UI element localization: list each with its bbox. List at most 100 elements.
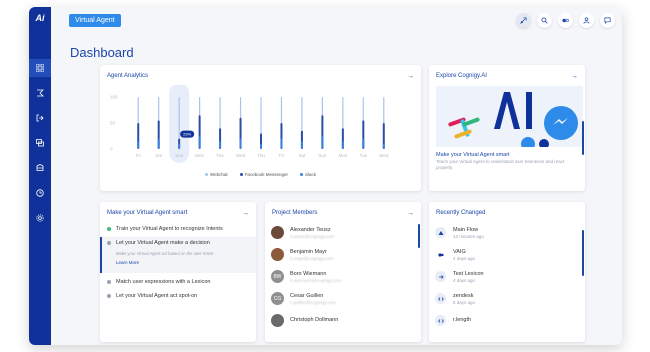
recent-item[interactable]: r.length bbox=[435, 312, 577, 329]
project-members-card: Project Members → Alexander Teusz a.teusz… bbox=[265, 202, 421, 342]
avatar bbox=[271, 314, 284, 327]
settings-icon[interactable] bbox=[29, 209, 51, 227]
arrow-right-icon[interactable]: → bbox=[242, 210, 249, 217]
step-pending-icon bbox=[107, 241, 111, 245]
chart-legend: Webchat Facebook Messenger Slack bbox=[100, 172, 421, 177]
avatar bbox=[271, 226, 284, 239]
x-tick-label: Thu bbox=[257, 153, 265, 158]
flows-icon[interactable] bbox=[29, 84, 51, 102]
bar-slack[interactable] bbox=[362, 138, 365, 149]
recent-item[interactable]: Main Flow 13 minutes ago bbox=[435, 224, 577, 241]
x-tick-label: Sun bbox=[318, 153, 327, 158]
scrollbar[interactable] bbox=[418, 224, 420, 248]
x-tick-label: Fri bbox=[279, 153, 284, 158]
database-icon[interactable] bbox=[29, 159, 51, 177]
analytics-chart: 100 50 0 Fri Sat Sun Mon Tue Wed Thu Fri Sat Sun Mon T… bbox=[110, 85, 389, 163]
y-tick-label: 0 bbox=[110, 147, 113, 152]
promo-description: Teach your Virtual Agent to understand u… bbox=[436, 159, 565, 170]
card-header: Project Members → bbox=[272, 208, 414, 218]
legend-item-slack: Slack bbox=[299, 172, 316, 177]
search-icon[interactable] bbox=[537, 13, 552, 28]
x-tick-label: Tue bbox=[216, 153, 224, 158]
scrollbar[interactable] bbox=[582, 121, 584, 155]
toggle-icon[interactable] bbox=[558, 13, 573, 28]
x-tick-label: Tue bbox=[360, 153, 368, 158]
analytics-icon[interactable] bbox=[29, 184, 51, 202]
bar-slack[interactable] bbox=[382, 143, 385, 149]
x-tick-label: Wed bbox=[236, 153, 246, 158]
bar-slack[interactable] bbox=[300, 141, 303, 149]
step-pending-icon bbox=[107, 294, 111, 298]
card-header: Agent Analytics → bbox=[107, 71, 414, 81]
chat-icon[interactable] bbox=[29, 134, 51, 152]
arrow-right-icon[interactable]: → bbox=[407, 210, 414, 217]
legend-item-webchat: Webchat bbox=[205, 172, 228, 177]
card-title: Recently Changed bbox=[436, 210, 486, 216]
arrow-right-icon[interactable]: → bbox=[571, 73, 578, 80]
member-row[interactable]: Alexander Teusz a.teusz@cognigy.com bbox=[271, 224, 413, 241]
avatar bbox=[271, 248, 284, 261]
card-header: Make your Virtual Agent smart → bbox=[107, 208, 249, 218]
step-item[interactable]: Match user expressions with a Lexicon bbox=[100, 276, 256, 288]
explore-card: Explore Cognigy.AI → Make your Virtual A… bbox=[429, 65, 585, 191]
step-item[interactable]: Let your Virtual Agent act spot-on bbox=[100, 290, 256, 302]
scrollbar[interactable] bbox=[582, 230, 584, 276]
avatar: BW bbox=[271, 270, 284, 283]
y-tick-label: 100 bbox=[110, 95, 118, 100]
recently-changed-card: Recently Changed Main Flow 13 minutes ago… bbox=[429, 202, 585, 342]
x-tick-label: Sat bbox=[299, 153, 307, 158]
app-window: Ai Virtual Agent Dashboard Agent Analyti… bbox=[29, 7, 622, 345]
learn-more-link[interactable]: Learn More bbox=[116, 260, 139, 265]
card-title: Make your Virtual Agent smart bbox=[107, 210, 188, 216]
rocket-icon[interactable] bbox=[516, 13, 531, 28]
member-row[interactable]: Christoph Dollmann bbox=[271, 312, 413, 329]
step-done-icon bbox=[107, 227, 111, 231]
bar-slack[interactable] bbox=[260, 143, 262, 149]
code-icon bbox=[435, 315, 446, 326]
card-title: Project Members bbox=[272, 210, 318, 216]
bar-slack[interactable] bbox=[321, 136, 324, 149]
card-title: Explore Cognigy.AI bbox=[436, 73, 487, 79]
grid-icon[interactable] bbox=[29, 59, 51, 77]
svg-text:29%: 29% bbox=[183, 132, 191, 137]
promo-title[interactable]: Make your Virtual Agent smart bbox=[436, 152, 510, 158]
bar-slack[interactable] bbox=[341, 141, 344, 149]
member-row[interactable]: CG Cesar Guillen c.guillen@cognigy.com bbox=[271, 290, 413, 307]
message-icon[interactable] bbox=[600, 13, 615, 28]
bar-slack[interactable] bbox=[178, 143, 181, 149]
step-item[interactable]: Train your Virtual Agent to recognize In… bbox=[100, 223, 256, 235]
card-header: Recently Changed bbox=[436, 208, 578, 218]
virtual-agent-badge[interactable]: Virtual Agent bbox=[69, 14, 121, 27]
step-item-expanded[interactable]: Let your Virtual Agent make a decision M… bbox=[100, 237, 256, 273]
bar-slack[interactable] bbox=[219, 141, 222, 149]
recent-item[interactable]: VAIG 4 days ago bbox=[435, 246, 577, 263]
page-title: Dashboard bbox=[70, 45, 134, 60]
sidebar: Ai bbox=[29, 7, 51, 345]
x-tick-label: Sat bbox=[155, 153, 163, 158]
smart-card: Make your Virtual Agent smart → Train yo… bbox=[100, 202, 256, 342]
member-row[interactable]: BW Boro Wiemann b.wiemann@cognigy.com bbox=[271, 268, 413, 285]
member-row[interactable]: Benjamin Mayr b.mayr@cognigy.com bbox=[271, 246, 413, 263]
bar-slack[interactable] bbox=[280, 138, 283, 149]
code-icon bbox=[435, 293, 446, 304]
bar-slack[interactable] bbox=[239, 138, 242, 149]
topbar: Virtual Agent bbox=[51, 7, 622, 37]
bar-slack[interactable] bbox=[157, 138, 160, 149]
step-pending-icon bbox=[107, 280, 111, 284]
bar-slack[interactable] bbox=[198, 136, 201, 149]
user-icon[interactable] bbox=[579, 13, 594, 28]
exit-icon[interactable] bbox=[29, 109, 51, 127]
agent-analytics-card: Agent Analytics → 100 50 0 Fri Sat Sun Mon Tue W… bbox=[100, 65, 421, 191]
arrow-right-icon[interactable]: → bbox=[407, 73, 414, 80]
recent-item[interactable]: Test Lexicon 4 days ago bbox=[435, 268, 577, 285]
step-description: Make your Virtual Agent act based on the… bbox=[116, 251, 214, 256]
recent-item[interactable]: zendesk 5 days ago bbox=[435, 290, 577, 307]
card-title: Agent Analytics bbox=[107, 73, 149, 79]
app-logo[interactable]: Ai bbox=[29, 7, 51, 29]
promo-image[interactable] bbox=[436, 86, 583, 147]
x-tick-label: Mon bbox=[338, 153, 347, 158]
x-tick-label: Mon bbox=[195, 153, 204, 158]
y-tick-label: 50 bbox=[110, 121, 116, 126]
x-tick-label: Fri bbox=[136, 153, 141, 158]
bar-slack[interactable] bbox=[137, 141, 140, 149]
